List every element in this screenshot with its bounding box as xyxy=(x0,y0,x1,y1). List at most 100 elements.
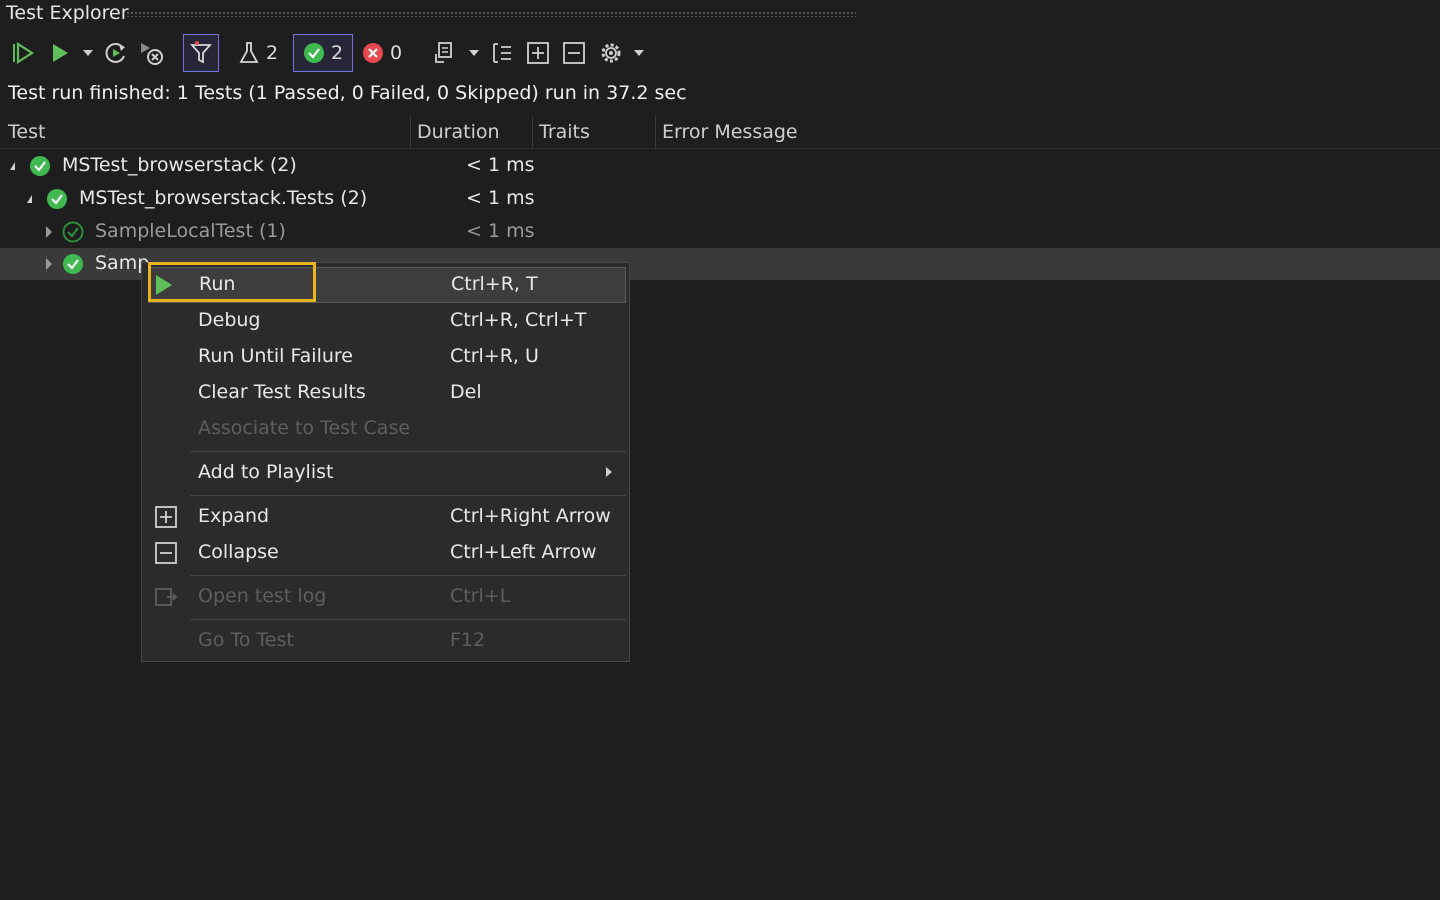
column-traits[interactable]: Traits xyxy=(539,116,590,148)
menu-item-label: Run Until Failure xyxy=(198,345,353,367)
menu-item-collapse[interactable]: Collapse Ctrl+Left Arrow xyxy=(142,535,629,571)
column-duration[interactable]: Duration xyxy=(417,116,500,148)
menu-item-label: Go To Test xyxy=(198,629,294,651)
failed-tests-button[interactable]: 0 xyxy=(358,34,406,72)
tree-row[interactable]: MSTest_browserstack.Tests (2) < 1 ms xyxy=(0,183,1440,215)
expand-all-button[interactable] xyxy=(524,34,552,72)
tree-row-name: MSTest_browserstack.Tests (2) xyxy=(79,187,368,209)
menu-item-shortcut: Ctrl+Right Arrow xyxy=(450,505,611,527)
repeat-last-run-button[interactable] xyxy=(102,34,130,72)
menu-item-label: Debug xyxy=(198,309,261,331)
context-menu: Run Ctrl+R, T Debug Ctrl+R, Ctrl+T Run U… xyxy=(141,262,630,662)
menu-item-clear-test-results[interactable]: Clear Test Results Del xyxy=(142,375,629,411)
playlist-icon xyxy=(435,42,452,63)
collapsed-arrow-icon[interactable] xyxy=(46,258,52,270)
toolbar: 2 2 0 xyxy=(0,34,900,74)
menu-item-shortcut: Ctrl+R, Ctrl+T xyxy=(450,309,587,331)
submenu-arrow-icon xyxy=(606,467,612,477)
collapse-all-icon xyxy=(563,42,585,64)
total-tests-button[interactable]: 2 xyxy=(234,34,282,72)
menu-item-shortcut: Ctrl+R, T xyxy=(451,273,538,295)
menu-separator xyxy=(190,495,626,496)
menu-item-shortcut: Ctrl+R, U xyxy=(450,345,539,367)
title-bar: Test Explorer xyxy=(0,0,1440,28)
passed-tests-button[interactable]: 2 xyxy=(293,34,353,72)
run-dropdown[interactable] xyxy=(80,34,96,72)
passed-icon xyxy=(47,189,67,209)
failed-count: 0 xyxy=(389,42,403,64)
column-test[interactable]: Test xyxy=(8,116,45,148)
passed-icon xyxy=(63,254,83,274)
group-by-icon xyxy=(493,43,511,63)
expanded-arrow-icon[interactable] xyxy=(10,162,15,170)
menu-item-label: Clear Test Results xyxy=(198,381,366,403)
settings-button[interactable] xyxy=(596,34,626,72)
column-divider[interactable] xyxy=(410,116,411,148)
dropdown-icon xyxy=(469,50,479,56)
window-title: Test Explorer xyxy=(6,2,129,24)
column-divider[interactable] xyxy=(532,116,533,148)
run-button[interactable] xyxy=(46,34,72,72)
menu-item-go-to-test: Go To Test F12 xyxy=(142,623,629,659)
collapse-all-button[interactable] xyxy=(560,34,588,72)
filter-button[interactable] xyxy=(183,34,219,72)
column-header: Test Duration Traits Error Message xyxy=(0,116,1440,149)
menu-item-label: Associate to Test Case xyxy=(198,417,411,439)
dropdown-icon xyxy=(634,50,644,56)
menu-item-label: Add to Playlist xyxy=(198,461,334,483)
menu-item-shortcut: Ctrl+Left Arrow xyxy=(450,541,597,563)
menu-separator xyxy=(190,619,626,620)
menu-item-shortcut: Ctrl+L xyxy=(450,585,511,607)
run-icon xyxy=(156,275,172,295)
settings-icon xyxy=(601,43,621,63)
group-by-button[interactable] xyxy=(488,34,516,72)
passed-outline-icon xyxy=(62,221,84,243)
expand-all-icon xyxy=(527,42,549,64)
menu-item-label: Run xyxy=(199,273,236,295)
menu-item-shortcut: Del xyxy=(450,381,482,403)
playlist-button[interactable] xyxy=(430,34,460,72)
menu-item-shortcut: F12 xyxy=(450,629,486,651)
menu-item-run[interactable]: Run Ctrl+R, T xyxy=(148,267,626,303)
tree-row-duration: < 1 ms xyxy=(466,220,535,242)
cancel-run-button[interactable] xyxy=(138,34,166,72)
menu-separator xyxy=(190,451,626,452)
menu-item-debug[interactable]: Debug Ctrl+R, Ctrl+T xyxy=(142,303,629,339)
column-error-message[interactable]: Error Message xyxy=(662,116,798,148)
passed-count: 2 xyxy=(330,42,344,64)
total-count: 2 xyxy=(265,42,279,64)
drag-grip[interactable] xyxy=(126,11,856,17)
failed-icon xyxy=(362,43,383,63)
settings-dropdown[interactable] xyxy=(631,34,647,72)
menu-item-add-to-playlist[interactable]: Add to Playlist xyxy=(142,455,629,491)
run-icon xyxy=(53,44,68,62)
collapse-icon xyxy=(155,542,177,564)
menu-item-expand[interactable]: Expand Ctrl+Right Arrow xyxy=(142,499,629,535)
tree-row[interactable]: MSTest_browserstack (2) < 1 ms xyxy=(0,150,1440,182)
menu-item-run-until-failure[interactable]: Run Until Failure Ctrl+R, U xyxy=(142,339,629,375)
playlist-dropdown[interactable] xyxy=(466,34,482,72)
tree-row-duration: < 1 ms xyxy=(466,154,535,176)
menu-separator xyxy=(190,575,626,576)
menu-item-open-test-log: Open test log Ctrl+L xyxy=(142,579,629,615)
flask-icon xyxy=(239,42,259,63)
column-divider[interactable] xyxy=(655,116,656,148)
run-all-button[interactable] xyxy=(8,34,38,72)
repeat-last-run-icon xyxy=(105,43,125,63)
menu-item-label: Expand xyxy=(198,505,270,527)
tree-row[interactable]: SampleLocalTest (1) < 1 ms xyxy=(0,216,1440,248)
filter-icon xyxy=(190,41,212,64)
menu-item-label: Collapse xyxy=(198,541,279,563)
run-status: Test run finished: 1 Tests (1 Passed, 0 … xyxy=(8,82,687,104)
expanded-arrow-icon[interactable] xyxy=(27,195,32,203)
run-all-icon xyxy=(13,41,35,65)
open-log-icon xyxy=(155,588,178,606)
tree-row-duration: < 1 ms xyxy=(466,187,535,209)
menu-item-label: Open test log xyxy=(198,585,327,607)
menu-item-associate-to-test-case: Associate to Test Case xyxy=(142,411,629,447)
dropdown-icon xyxy=(83,50,93,56)
tree-row-name: MSTest_browserstack (2) xyxy=(62,154,297,176)
tree-row-name: SampleLocalTest (1) xyxy=(95,220,286,242)
passed-icon xyxy=(303,43,324,63)
collapsed-arrow-icon[interactable] xyxy=(46,226,52,238)
